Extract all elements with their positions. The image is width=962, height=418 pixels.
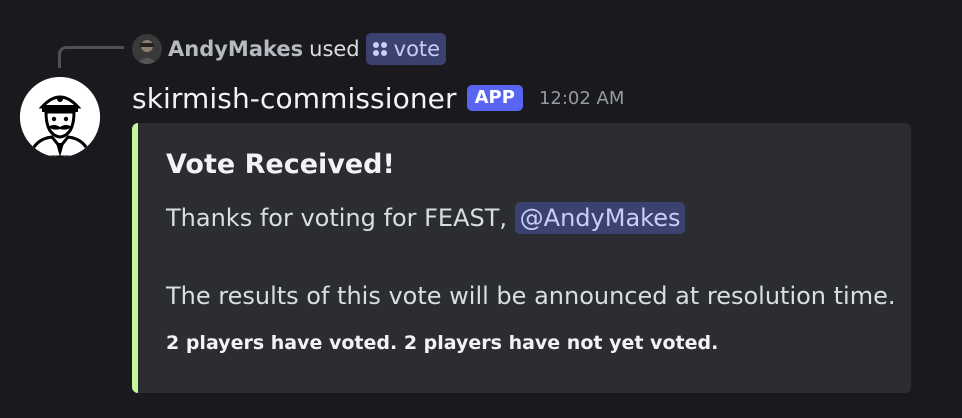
reply-verb: used bbox=[309, 37, 360, 61]
message-header: skirmish-commissioner APP 12:02 AM bbox=[132, 79, 624, 117]
user-mention[interactable]: @AndyMakes bbox=[514, 202, 686, 234]
slash-command-chip[interactable]: vote bbox=[365, 33, 447, 65]
reply-avatar[interactable] bbox=[132, 34, 162, 64]
reply-author[interactable]: AndyMakes bbox=[168, 37, 303, 61]
bot-username[interactable]: skirmish-commissioner bbox=[132, 82, 457, 115]
command-name: vote bbox=[393, 37, 441, 61]
reply-context: AndyMakes used vote bbox=[132, 33, 447, 65]
embed-results-line: The results of this vote will be announc… bbox=[166, 282, 896, 310]
thanks-text: Thanks for voting for FEAST, bbox=[166, 204, 508, 232]
app-badge: APP bbox=[466, 85, 523, 111]
embed-title: Vote Received! bbox=[166, 149, 395, 180]
embed-vote-status: 2 players have voted. 2 players have not… bbox=[166, 332, 719, 354]
reply-spine bbox=[58, 46, 124, 68]
bot-avatar[interactable] bbox=[20, 77, 100, 157]
app-command-icon bbox=[372, 42, 387, 56]
embed-thanks-line: Thanks for voting for FEAST, @AndyMakes bbox=[166, 202, 686, 234]
message-timestamp[interactable]: 12:02 AM bbox=[539, 88, 624, 109]
vote-embed: Vote Received! Thanks for voting for FEA… bbox=[132, 123, 911, 393]
